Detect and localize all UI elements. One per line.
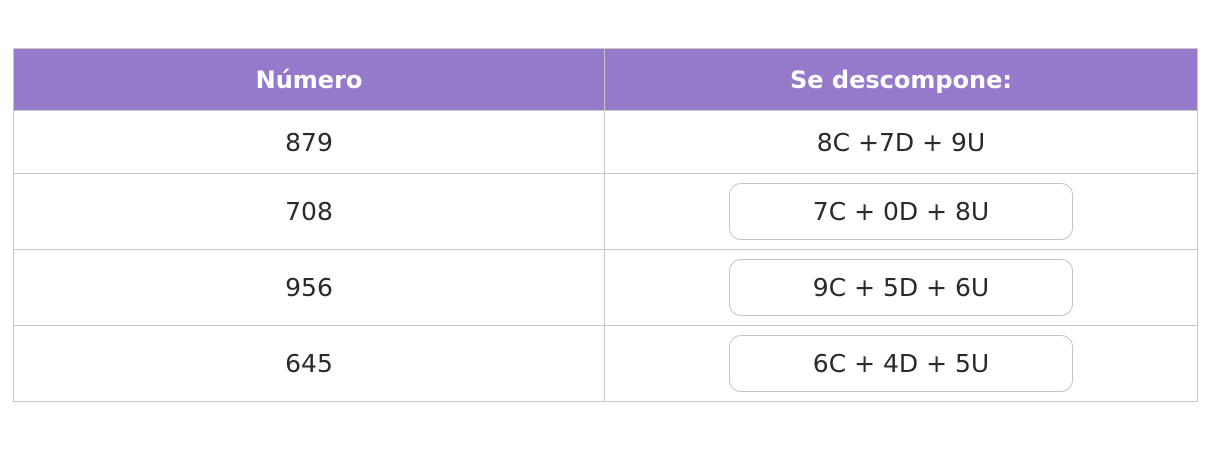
answer-box[interactable]: 9C + 5D + 6U xyxy=(729,259,1073,316)
table-row: 708 7C + 0D + 8U xyxy=(13,173,1198,250)
header-se-descompone: Se descompone: xyxy=(604,48,1198,111)
descomposicion-cell: 9C + 5D + 6U xyxy=(604,249,1198,326)
decomposition-table-container: Número Se descompone: 879 8C +7D + 9U 70… xyxy=(13,48,1198,402)
answer-box[interactable]: 7C + 0D + 8U xyxy=(729,183,1073,240)
numero-cell: 956 xyxy=(13,249,605,326)
numero-cell: 645 xyxy=(13,325,605,402)
table-row: 879 8C +7D + 9U xyxy=(13,110,1198,174)
numero-cell: 879 xyxy=(13,110,605,174)
header-numero: Número xyxy=(13,48,605,111)
table-row: 645 6C + 4D + 5U xyxy=(13,325,1198,402)
table-header-row: Número Se descompone: xyxy=(13,48,1198,111)
numero-cell: 708 xyxy=(13,173,605,250)
answer-box[interactable]: 6C + 4D + 5U xyxy=(729,335,1073,392)
descomposicion-cell: 8C +7D + 9U xyxy=(604,110,1198,174)
descomposicion-cell: 7C + 0D + 8U xyxy=(604,173,1198,250)
descomposicion-cell: 6C + 4D + 5U xyxy=(604,325,1198,402)
decomposition-table: Número Se descompone: 879 8C +7D + 9U 70… xyxy=(13,48,1198,402)
table-row: 956 9C + 5D + 6U xyxy=(13,249,1198,326)
